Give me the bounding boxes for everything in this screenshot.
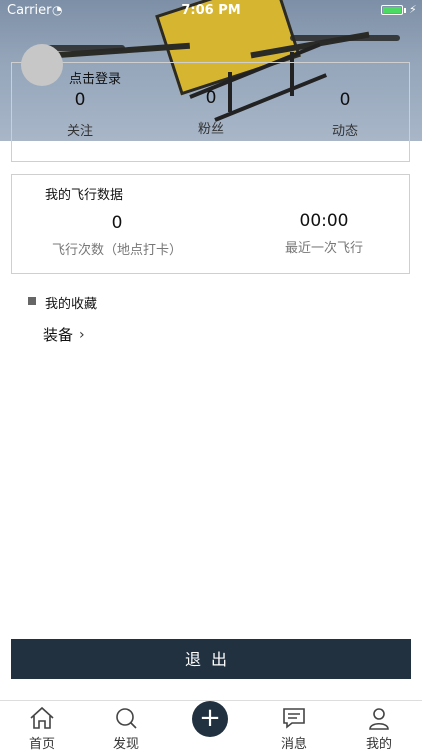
battery-fill xyxy=(383,7,401,13)
propeller-right xyxy=(290,35,400,41)
tab-profile-label: 我的 xyxy=(365,737,392,752)
plus-icon: + xyxy=(199,703,221,733)
tab-profile[interactable]: 我的 xyxy=(349,705,409,752)
favorites-title: 我的收藏 xyxy=(45,297,98,312)
discover-icon xyxy=(96,705,156,731)
tab-home-label: 首页 xyxy=(28,737,55,752)
last-flight: 00:00 最近一次飞行 xyxy=(285,211,363,256)
add-post-button[interactable]: + xyxy=(192,701,228,737)
chevron-right-icon: › xyxy=(79,326,85,343)
tab-home[interactable]: 首页 xyxy=(12,705,72,752)
status-bar: Carrier ◔ 7:06 PM ⚡ xyxy=(0,0,422,22)
stat-posts[interactable]: 0 动态 xyxy=(305,90,385,139)
flight-count: 0 飞行次数（地点打卡） xyxy=(52,213,182,258)
stat-following[interactable]: 0 关注 xyxy=(40,90,120,139)
equipment-link[interactable]: 装备 › xyxy=(43,324,85,345)
flight-data-title: 我的飞行数据 xyxy=(45,188,124,203)
flight-count-value: 0 xyxy=(111,213,123,233)
charging-icon: ⚡ xyxy=(409,3,417,16)
favorites-bullet xyxy=(28,297,36,305)
avatar[interactable] xyxy=(21,44,63,86)
stat-followers-value: 0 xyxy=(205,88,217,108)
last-flight-value: 00:00 xyxy=(299,211,349,231)
tab-messages[interactable]: 消息 xyxy=(264,705,324,752)
stat-followers[interactable]: 0 粉丝 xyxy=(171,88,251,137)
message-icon xyxy=(264,705,324,731)
equipment-label: 装备 xyxy=(43,326,74,344)
stat-posts-label: 动态 xyxy=(331,124,358,139)
profile-icon xyxy=(349,705,409,731)
home-icon xyxy=(12,705,72,731)
stat-following-label: 关注 xyxy=(66,124,93,139)
tab-discover[interactable]: 发现 xyxy=(96,705,156,752)
status-time: 7:06 PM xyxy=(181,3,241,18)
login-prompt[interactable]: 点击登录 xyxy=(69,68,121,87)
battery-icon xyxy=(381,5,403,15)
last-flight-label: 最近一次飞行 xyxy=(285,241,364,256)
battery-cap xyxy=(404,8,406,13)
stat-followers-label: 粉丝 xyxy=(197,122,224,137)
tab-discover-label: 发现 xyxy=(112,737,139,752)
logout-button[interactable]: 退出 xyxy=(11,639,411,679)
stat-posts-value: 0 xyxy=(339,90,351,110)
flight-count-label: 飞行次数（地点打卡） xyxy=(52,243,183,258)
tab-messages-label: 消息 xyxy=(280,737,307,752)
stat-following-value: 0 xyxy=(74,90,86,110)
